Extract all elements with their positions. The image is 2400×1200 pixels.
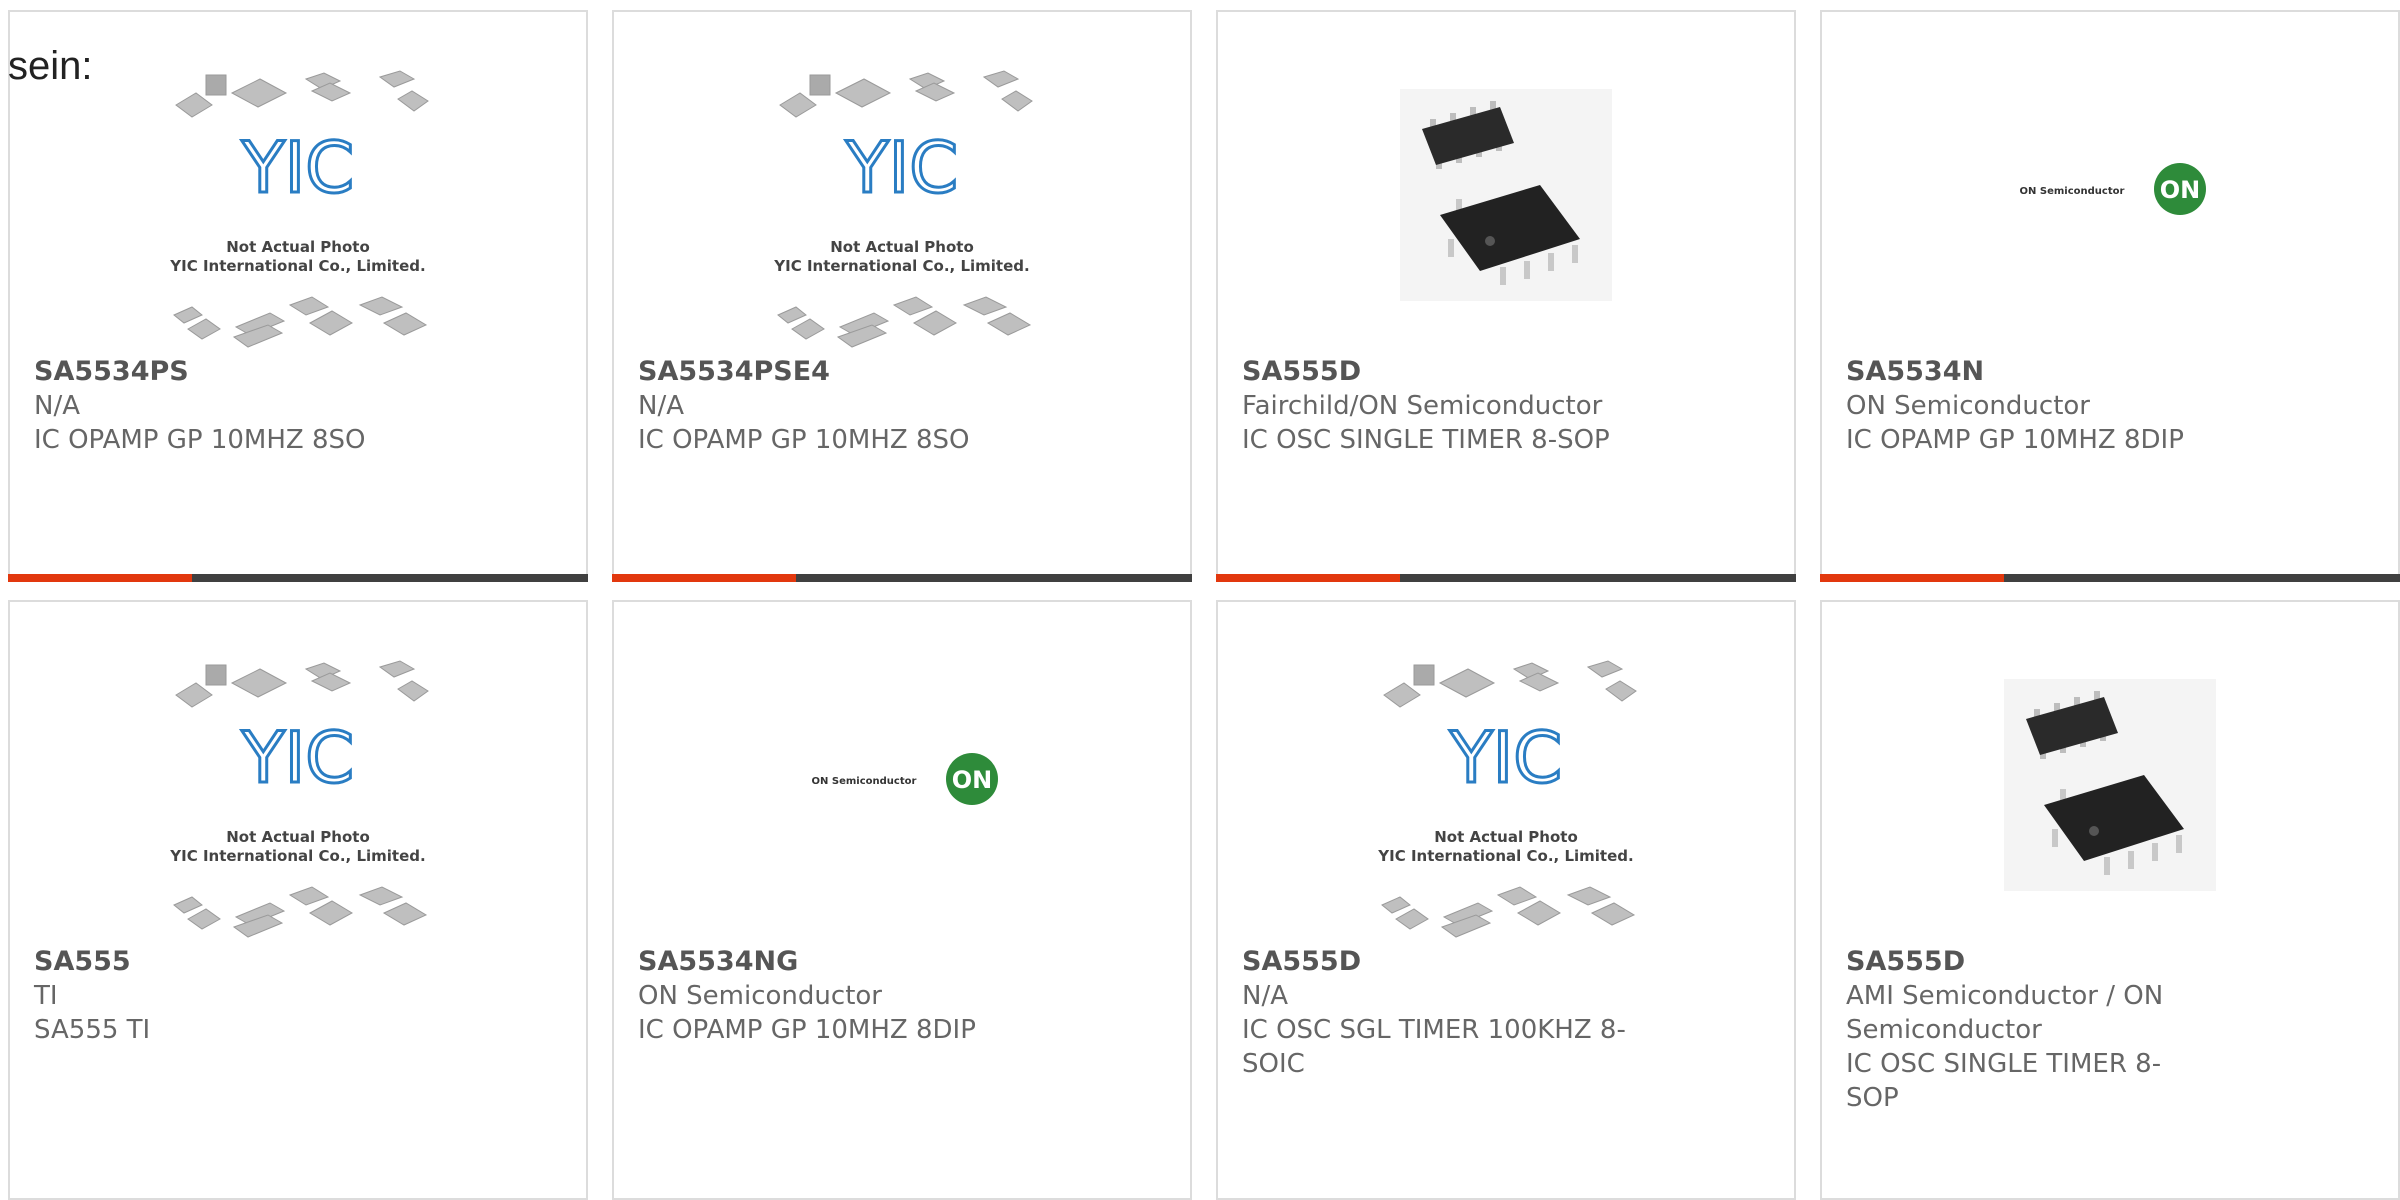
brand-name: ON Semiconductor: [812, 776, 917, 787]
product-image: YIC Not Actual Photo YIC International C…: [10, 657, 586, 947]
card-bottom-bar: [612, 574, 1192, 582]
product-manufacturer: N/A: [1242, 981, 1288, 1011]
chip-photo-image: [2004, 679, 2216, 891]
product-card[interactable]: ON Semiconductor ON SA5534NG ON Semicond…: [612, 600, 1192, 1200]
product-image: ON Semiconductor ON: [1822, 67, 2398, 357]
placeholder-line1: Not Actual Photo: [1434, 828, 1578, 846]
product-part-number[interactable]: SA555D: [1242, 355, 1762, 389]
placeholder-line2: YIC International Co., Limited.: [169, 847, 425, 865]
product-description: IC OSC SGL TIMER 100KHZ 8-SOIC: [1242, 1015, 1626, 1079]
yic-placeholder-image: YIC Not Actual Photo YIC International C…: [169, 660, 429, 938]
product-manufacturer: N/A: [638, 391, 684, 421]
product-grid: YIC Not Actual Photo YIC International C…: [0, 0, 2400, 1200]
product-description: IC OSC SINGLE TIMER 8-SOP: [1846, 1049, 2162, 1113]
product-card[interactable]: YIC Not Actual Photo YIC International C…: [1216, 600, 1796, 1200]
product-image: [1218, 67, 1794, 357]
product-description: IC OSC SINGLE TIMER 8-SOP: [1242, 425, 1610, 455]
yic-placeholder-image: YIC Not Actual Photo YIC International C…: [169, 70, 429, 348]
product-description: SA555 TI: [34, 1015, 151, 1045]
chip-photo-image: [1400, 89, 1612, 301]
product-card[interactable]: YIC Not Actual Photo YIC International C…: [8, 10, 588, 582]
product-part-number[interactable]: SA5534PS: [34, 355, 554, 389]
product-image: ON Semiconductor ON: [614, 657, 1190, 947]
product-card[interactable]: YIC Not Actual Photo YIC International C…: [612, 10, 1192, 582]
placeholder-line2: YIC International Co., Limited.: [169, 257, 425, 275]
product-manufacturer: ON Semiconductor: [638, 981, 882, 1011]
product-image: YIC Not Actual Photo YIC International C…: [614, 67, 1190, 357]
product-image: [1822, 657, 2398, 947]
product-part-number[interactable]: SA555D: [1242, 945, 1642, 979]
on-semiconductor-logo: ON Semiconductor ON: [2020, 163, 2206, 215]
intro-text: sein:: [8, 44, 93, 88]
placeholder-line1: Not Actual Photo: [830, 238, 974, 256]
product-card[interactable]: SA555D Fairchild/ON Semiconductor IC OSC…: [1216, 10, 1796, 582]
on-semiconductor-logo: ON Semiconductor ON: [812, 753, 998, 805]
svg-text:YIC: YIC: [1449, 717, 1562, 799]
product-manufacturer: Fairchild/ON Semiconductor: [1242, 391, 1603, 421]
product-description: IC OPAMP GP 10MHZ 8SO: [638, 425, 970, 455]
product-description: IC OPAMP GP 10MHZ 8SO: [34, 425, 366, 455]
placeholder-line2: YIC International Co., Limited.: [773, 257, 1029, 275]
product-part-number[interactable]: SA555D: [1846, 945, 2176, 979]
product-part-number[interactable]: SA5534PSE4: [638, 355, 1158, 389]
product-image: YIC Not Actual Photo YIC International C…: [1218, 657, 1794, 947]
product-card[interactable]: YIC Not Actual Photo YIC International C…: [8, 600, 588, 1200]
product-image: YIC Not Actual Photo YIC International C…: [10, 67, 586, 357]
product-part-number[interactable]: SA5534NG: [638, 945, 1158, 979]
product-manufacturer: TI: [34, 981, 58, 1011]
svg-text:YIC: YIC: [241, 717, 354, 799]
product-description: IC OPAMP GP 10MHZ 8DIP: [638, 1015, 976, 1045]
product-part-number[interactable]: SA5534N: [1846, 355, 2366, 389]
yic-placeholder-image: YIC Not Actual Photo YIC International C…: [773, 70, 1033, 348]
product-card[interactable]: ON Semiconductor ON SA5534N ON Semicondu…: [1820, 10, 2400, 582]
product-description: IC OPAMP GP 10MHZ 8DIP: [1846, 425, 2184, 455]
brand-badge: ON: [952, 766, 993, 794]
placeholder-line2: YIC International Co., Limited.: [1377, 847, 1633, 865]
placeholder-line1: Not Actual Photo: [226, 828, 370, 846]
product-part-number[interactable]: SA555: [34, 945, 554, 979]
card-bottom-bar: [8, 574, 588, 582]
card-bottom-bar: [1820, 574, 2400, 582]
yic-placeholder-image: YIC Not Actual Photo YIC International C…: [1377, 660, 1637, 938]
placeholder-line1: Not Actual Photo: [226, 238, 370, 256]
product-manufacturer: N/A: [34, 391, 80, 421]
product-manufacturer: AMI Semiconductor / ON Semiconductor: [1846, 981, 2164, 1045]
card-bottom-bar: [1216, 574, 1796, 582]
product-card[interactable]: SA555D AMI Semiconductor / ON Semiconduc…: [1820, 600, 2400, 1200]
product-manufacturer: ON Semiconductor: [1846, 391, 2090, 421]
brand-name: ON Semiconductor: [2020, 186, 2125, 197]
svg-text:YIC: YIC: [241, 127, 354, 209]
brand-badge: ON: [2160, 176, 2201, 204]
svg-text:YIC: YIC: [845, 127, 958, 209]
